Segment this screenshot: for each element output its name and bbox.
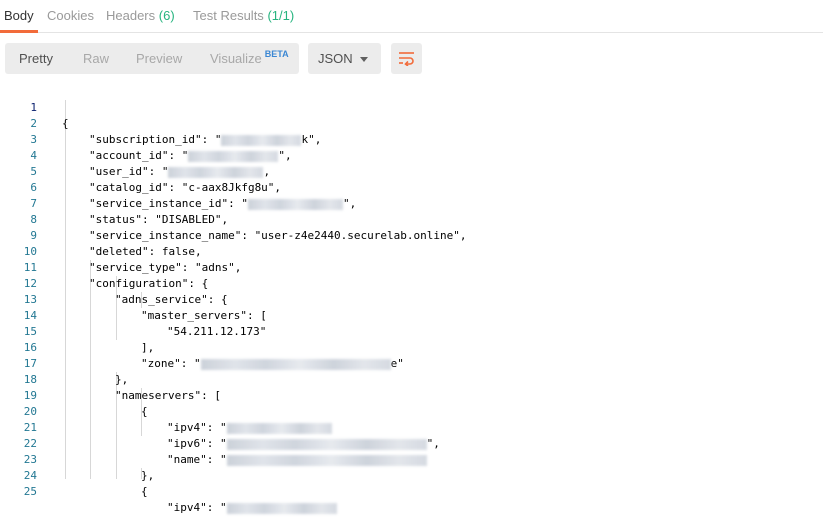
- tab-body-label: Body: [4, 8, 34, 23]
- active-tab-indicator: [0, 30, 38, 33]
- code-line: 11 "configuration": {: [0, 244, 823, 290]
- code-line: 10 "service_type": "adns",: [0, 228, 823, 274]
- code-line: 13 "master_servers": [: [0, 276, 823, 322]
- code-line: 12 "adns_service": {: [0, 260, 823, 306]
- beta-badge: BETA: [264, 49, 289, 59]
- code-line: 18 "nameservers": [: [0, 356, 823, 402]
- code-line: 16 "zone": " e": [0, 324, 823, 370]
- code-line: 15 ],: [0, 308, 823, 354]
- redacted-value: [226, 502, 337, 514]
- response-body-editor[interactable]: 1 { 2 "subscription_id": " k", 3 "account…: [0, 84, 823, 514]
- wrap-lines-icon: [399, 52, 414, 66]
- tab-test-results-label: Test Results: [193, 8, 264, 23]
- tab-cookies[interactable]: Cookies: [47, 0, 94, 33]
- visualize-label: Visualize: [210, 51, 262, 66]
- view-mode-group: Pretty Raw Preview Visualize BETA: [5, 43, 299, 74]
- line-number: 25: [23, 485, 37, 498]
- code-line: 9 "deleted": false,: [0, 212, 823, 258]
- tab-headers-count: (6): [158, 8, 175, 23]
- pretty-button[interactable]: Pretty: [19, 43, 53, 74]
- response-tabs: Body Cookies Headers (6) Test Results (1…: [0, 0, 823, 33]
- tab-test-results-count: (1/1): [267, 8, 295, 23]
- code-line: 6 "service_instance_id": " ",: [0, 164, 823, 210]
- code-line: 23 },: [0, 436, 823, 482]
- code-line: 1 {: [0, 84, 823, 130]
- tab-body[interactable]: Body: [4, 0, 34, 33]
- tab-cookies-label: Cookies: [47, 8, 94, 23]
- format-label: JSON: [318, 51, 353, 66]
- code-line: 14 "54.211.12.173": [0, 292, 823, 338]
- preview-button[interactable]: Preview: [136, 43, 182, 74]
- wrap-lines-button[interactable]: [391, 43, 422, 74]
- code-line: 19 {: [0, 372, 823, 418]
- code-line: 3 "account_id": " ",: [0, 116, 823, 162]
- code-line: 24 {: [0, 452, 823, 498]
- code-line: 8 "service_instance_name": "user-z4e2440…: [0, 196, 823, 242]
- code-line: 5 "catalog_id": "c-aax8Jkfg8u",: [0, 148, 823, 194]
- code-line: 4 "user_id": ",: [0, 132, 823, 178]
- code-text: "ipv4": ": [167, 500, 337, 516]
- code-line: 2 "subscription_id": " k",: [0, 100, 823, 146]
- code-text: {: [141, 485, 148, 498]
- code-line: 17 },: [0, 340, 823, 386]
- visualize-button[interactable]: Visualize BETA: [210, 43, 289, 74]
- chevron-down-icon: [360, 57, 368, 62]
- tab-headers-label: Headers: [106, 8, 156, 23]
- format-dropdown[interactable]: JSON: [308, 43, 381, 74]
- code-line: 25 "ipv4": ": [0, 468, 823, 514]
- code-line: 22 "name": ": [0, 420, 823, 466]
- code-line: 7 "status": "DISABLED",: [0, 180, 823, 226]
- code-line: 20 "ipv4": ": [0, 388, 823, 434]
- tab-test-results[interactable]: Test Results (1/1): [193, 0, 294, 33]
- raw-button[interactable]: Raw: [83, 43, 109, 74]
- tab-headers[interactable]: Headers (6): [106, 0, 175, 33]
- code-line: 21 "ipv6": " ",: [0, 404, 823, 450]
